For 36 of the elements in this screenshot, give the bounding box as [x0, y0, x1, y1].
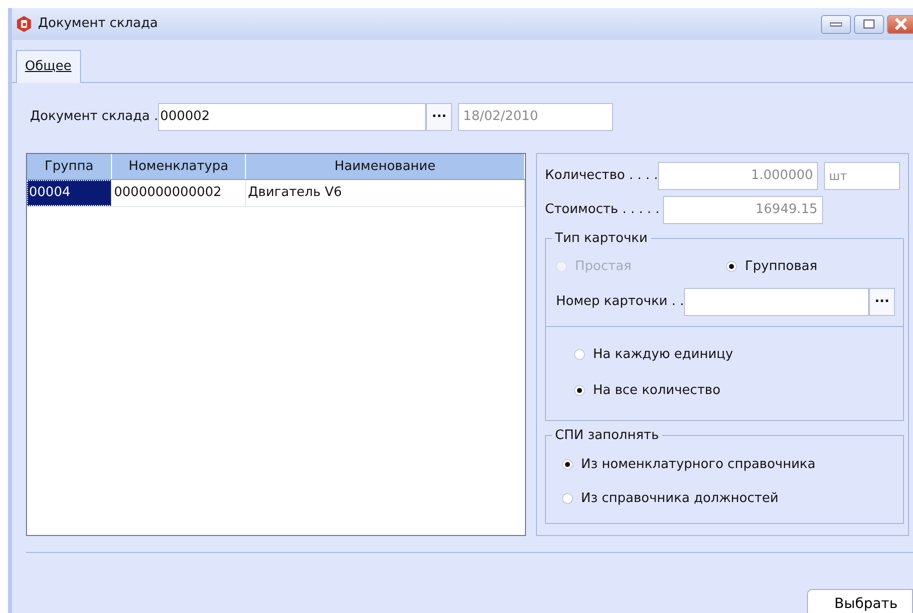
radio-button[interactable]	[574, 349, 585, 360]
radio-label: Простая	[575, 258, 632, 276]
window-title: Документ склада	[38, 15, 158, 34]
radio-label[interactable]: Из номенклатурного справочника	[581, 455, 816, 474]
minimize-button[interactable]	[821, 14, 851, 34]
radio-label[interactable]: Из справочника должностей	[581, 488, 778, 508]
browse-button[interactable]: ...	[426, 102, 452, 130]
table-cell: 00004	[27, 180, 112, 206]
radio-label[interactable]: Групповая	[745, 256, 818, 276]
document-field[interactable]: 000002	[158, 102, 426, 130]
radio-label[interactable]: На каждую единицу	[593, 345, 734, 364]
field-label: Количество . . . .	[545, 166, 658, 185]
minimize-icon	[830, 21, 842, 27]
radio-button[interactable]	[562, 492, 573, 504]
radio-button[interactable]	[562, 459, 573, 470]
tab[interactable]: Общее	[16, 50, 80, 82]
card-number-field[interactable]	[684, 288, 869, 316]
radio-button[interactable]	[726, 260, 737, 272]
field-label: Стоимость . . . . .	[545, 200, 660, 219]
app-icon	[16, 16, 32, 32]
maximize-icon	[863, 19, 875, 29]
date-field: 18/02/2010	[458, 102, 614, 130]
maximize-button[interactable]	[854, 14, 884, 34]
column-header[interactable]: Группа	[27, 154, 112, 179]
table-cell: 0000000000002	[112, 180, 246, 206]
close-button[interactable]	[887, 14, 913, 34]
radio-button[interactable]	[574, 384, 585, 396]
radio-label[interactable]: На все количество	[593, 380, 720, 400]
column-header[interactable]: Наименование	[246, 154, 525, 179]
field-label: Документ склада .	[30, 108, 158, 126]
select-button[interactable]: Выбрать	[807, 589, 913, 613]
close-icon	[894, 18, 908, 30]
table-cell: Двигатель V6	[246, 180, 525, 206]
field-label: Номер карточки . .	[556, 293, 684, 312]
browse-button[interactable]: ...	[869, 288, 895, 316]
column-header[interactable]: Номенклатура	[112, 154, 246, 179]
